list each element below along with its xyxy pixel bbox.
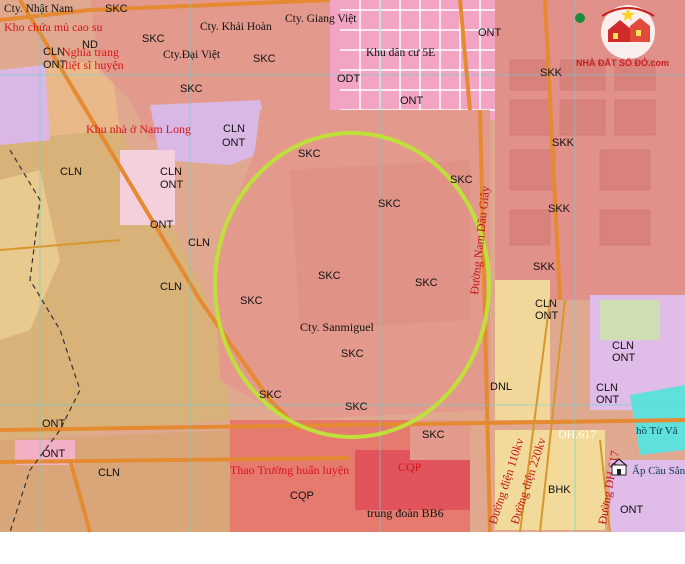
label-skc: SKC: [298, 148, 321, 160]
label-khu-dan-cu: Khu dân cư 5E: [366, 47, 435, 59]
land-use-map: SKC SKC SKC SKC SKC SKC SKC SKC SKC SKC …: [0, 0, 685, 564]
label-khu-nha-o: Khu nhà ở Nam Long: [86, 122, 191, 136]
logo-text: NHÀ ĐẤT SỔ ĐỎ.com: [576, 57, 669, 68]
label-skk: SKK: [533, 261, 556, 273]
label-ont: ONT: [42, 448, 66, 460]
label-bhk: BHK: [548, 484, 571, 496]
label-skc: SKC: [378, 198, 401, 210]
label-cln: CLN: [160, 281, 182, 293]
label-thao-truong: Thao Trường huấn luyện: [230, 463, 349, 477]
label-skc: SKC: [450, 174, 473, 186]
label-ont: ONT: [400, 95, 424, 107]
label-cln: CLN: [160, 166, 182, 178]
label-ont: ONT: [535, 310, 559, 322]
label-ho-tu: hồ Từ Vă: [636, 425, 678, 437]
label-skc: SKC: [415, 277, 438, 289]
zone-green-east: [600, 300, 660, 340]
label-cty-dai-viet: Cty.Đại Việt: [163, 49, 221, 61]
label-ont: ONT: [478, 27, 502, 39]
label-cty-nhat-nam: Cty. Nhật Nam: [4, 3, 73, 15]
green-dot-icon: [575, 13, 585, 23]
label-cln: CLN: [98, 467, 120, 479]
label-skc: SKC: [422, 429, 445, 441]
label-skc: SKC: [180, 83, 203, 95]
label-skk: SKK: [548, 203, 571, 215]
label-cqp: CQP: [290, 490, 314, 502]
label-dnl: DNL: [490, 381, 512, 393]
label-skc: SKC: [345, 401, 368, 413]
label-cty-khai-hoan: Cty. Khải Hoàn: [200, 21, 272, 33]
label-cln: CLN: [612, 340, 634, 352]
label-skk: SKK: [540, 67, 563, 79]
label-ont: ONT: [612, 352, 636, 364]
label-cln: CLN: [60, 166, 82, 178]
label-ont: ONT: [222, 137, 246, 149]
label-skc: SKC: [105, 3, 128, 15]
label-liet-si: liệt sĩ huyện: [65, 58, 124, 72]
label-nghia-trang: Nghĩa trang: [62, 45, 119, 59]
label-ont: ONT: [160, 179, 184, 191]
label-kho-chua-mu: Kho chứa mủ cao su: [4, 20, 102, 34]
label-dh617: DH.617: [558, 427, 596, 441]
label-skc: SKC: [142, 33, 165, 45]
label-skk: SKK: [552, 137, 575, 149]
label-trung-doan: trung đoàn BB6: [367, 506, 444, 520]
zone-ont-left: [0, 65, 50, 145]
label-ont: ONT: [596, 394, 620, 406]
label-cln: CLN: [188, 237, 210, 249]
label-cty-sanmiguel: Cty. Sanmiguel: [300, 320, 375, 334]
label-cqp-red: CQP: [398, 460, 422, 474]
label-skc: SKC: [240, 295, 263, 307]
label-skc: SKC: [318, 270, 341, 282]
label-ap-cau-sang: Ấp Cầu Sắn: [632, 464, 685, 477]
label-odt: ODT: [337, 73, 361, 85]
label-skc: SKC: [259, 389, 282, 401]
label-skc: SKC: [253, 53, 276, 65]
label-ont: ONT: [43, 59, 67, 71]
label-cty-giang-viet: Cty. Giang Việt: [285, 13, 357, 25]
label-skc: SKC: [341, 348, 364, 360]
label-ont: ONT: [620, 504, 644, 516]
label-ont: ONT: [150, 219, 174, 231]
label-ont: ONT: [42, 418, 66, 430]
label-cln: CLN: [535, 298, 557, 310]
label-cln: CLN: [223, 123, 245, 135]
label-cln: CLN: [596, 382, 618, 394]
